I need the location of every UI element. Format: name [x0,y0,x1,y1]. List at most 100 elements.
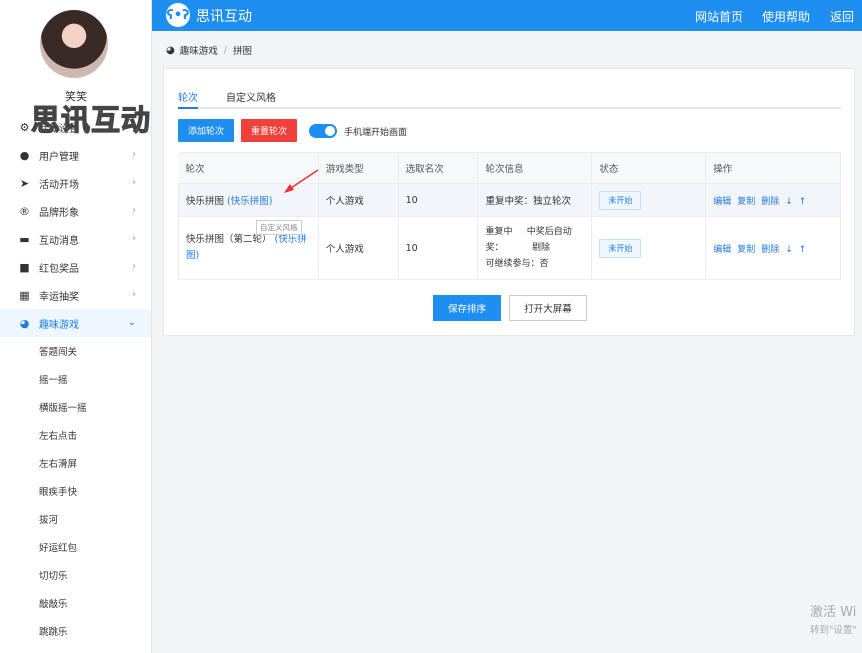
site-home-link[interactable]: 网站首页 [695,8,743,25]
submenu-item[interactable]: 跳跳乐 [0,617,151,645]
bear-logo-icon[interactable]: ʕ•ʔ [166,3,190,27]
sidebar-item-label: 幸运抽奖 [39,291,79,303]
table-row: 快乐拼图 (快乐拼图) 个人游戏 10 重复中奖：独立轮次 未开始 编辑 复制 删除… [178,183,841,217]
sidebar-item-brand[interactable]: ® 品牌形象 › [0,197,151,225]
submenu-item[interactable]: 好运红包 [0,533,151,561]
sidebar-menu: ⚙ 活动设置 ● 用户管理 › ➤ 活动开场 › ® 品牌形象 › ▬ 互动消息 › ■ 红包奖品 ›… [0,113,151,645]
game-icon: ◕ [166,44,175,56]
sidebar-item-label: 品牌形象 [39,207,79,219]
rank-cell: 10 [397,183,479,217]
status-badge: 未开始 [599,238,642,258]
top-bar: ʕ•ʔ 思讯互动 网站首页 使用帮助 返回 [152,0,862,31]
submenu-item[interactable]: 眼疾手快 [0,477,151,505]
move-down-icon[interactable]: ↓ [785,245,793,255]
column-header: 选取名次 [398,152,479,184]
tab-custom-style[interactable]: 自定义风格 [226,89,276,104]
round-link[interactable]: (快乐拼图) [227,196,272,207]
save-order-button[interactable]: 保存排序 [433,295,501,321]
column-header: 游戏类型 [318,152,399,184]
open-big-screen-button[interactable]: 打开大屏幕 [509,295,587,321]
round-name: 快乐拼图（第二轮） [186,234,272,245]
sidebar-item-label: 活动开场 [39,179,79,191]
sidebar-item-lottery[interactable]: ▦ 幸运抽奖 › [0,281,151,309]
tab-rounds[interactable]: 轮次 [178,89,198,104]
round-name: 快乐拼图 [186,196,225,207]
chevron-right-icon: › [132,205,136,216]
chevron-right-icon: › [132,261,136,272]
brand-name: 思讯互动 [196,9,252,25]
chevron-right-icon: › [132,233,136,244]
chevron-right-icon: › [132,177,136,188]
sidebar-item-label: 趣味游戏 [39,319,79,331]
avatar[interactable] [40,10,108,78]
windows-activation-hint: 转到"设置" [810,625,857,636]
breadcrumb-item[interactable]: 趣味游戏 [180,43,218,57]
copy-button[interactable]: 复制 [737,245,755,255]
game-icon: ◕ [19,316,30,330]
sidebar-item-red-packet[interactable]: ■ 红包奖品 › [0,253,151,281]
submenu-item[interactable]: 拔河 [0,505,151,533]
info-line: 重复中 中奖后自动 [485,227,572,237]
column-header: 操作 [705,152,841,184]
active-tab-indicator [178,107,198,109]
add-round-button[interactable]: 添加轮次 [178,119,234,142]
submenu-item[interactable]: 切切乐 [0,561,151,589]
back-link[interactable]: 返回 [830,8,854,25]
move-up-icon[interactable]: ↑ [799,245,807,255]
rounds-table: 轮次 游戏类型 选取名次 轮次信息 状态 操作 快乐拼图 (快乐拼图) 个人游戏… [178,152,841,280]
column-header: 状态 [591,152,707,184]
table-header-row: 轮次 游戏类型 选取名次 轮次信息 状态 操作 [178,152,841,184]
rank-cell: 10 [397,216,479,280]
sidebar-item-label: 用户管理 [39,151,79,163]
tooltip: 自定义风格 [256,220,302,235]
submenu-item[interactable]: 左右滑屏 [0,449,151,477]
help-link[interactable]: 使用帮助 [762,8,810,25]
status-badge: 未开始 [599,190,642,210]
submenu-item[interactable]: 左右点击 [0,421,151,449]
sidebar-item-user-management[interactable]: ● 用户管理 › [0,141,151,169]
move-down-icon[interactable]: ↓ [785,197,793,207]
chevron-right-icon: › [132,289,136,300]
lottery-icon: ▦ [19,288,30,302]
round-info-cell: 重复中 中奖后自动 奖： 剔除 可继续参与：否 [477,216,593,280]
submenu-item[interactable]: 摇一摇 [0,365,151,393]
chevron-right-icon: › [132,149,136,160]
sidebar: 笑笑 ⚙ 活动设置 ● 用户管理 › ➤ 活动开场 › ® 品牌形象 › ▬ 互动消息 › ■ 红包… [0,0,152,653]
info-line: 可继续参与：否 [485,259,549,269]
gift-icon: ■ [19,260,30,274]
breadcrumb: ◕ 趣味游戏 / 拼图 [166,43,252,58]
status-cell: 未开始 [591,183,707,217]
column-header: 轮次信息 [477,152,593,184]
watermark: 思讯互动 [30,102,152,137]
sidebar-item-activity-opening[interactable]: ➤ 活动开场 › [0,169,151,197]
game-type-cell: 个人游戏 [317,216,399,280]
edit-button[interactable]: 编辑 [713,197,731,207]
windows-activation-title: 激活 Wi [810,605,857,620]
edit-button[interactable]: 编辑 [713,245,731,255]
registered-icon: ® [19,204,30,218]
delete-button[interactable]: 删除 [761,197,779,207]
move-up-icon[interactable]: ↑ [799,197,807,207]
breadcrumb-separator: / [223,44,227,56]
sidebar-item-messages[interactable]: ▬ 互动消息 › [0,225,151,253]
game-type-cell: 个人游戏 [317,183,399,217]
sidebar-item-fun-games[interactable]: ◕ 趣味游戏 ⌄ [0,309,151,337]
submenu-item[interactable]: 敲敲乐 [0,589,151,617]
mobile-start-screen-toggle[interactable] [309,124,337,138]
submenu-item[interactable]: 横版摇一摇 [0,393,151,421]
tab-bar: 轮次 自定义风格 [178,85,841,109]
submenu-item[interactable]: 答题闯关 [0,337,151,365]
paper-plane-icon: ➤ [19,176,30,190]
chevron-down-icon: ⌄ [127,317,136,328]
breadcrumb-item: 拼图 [232,46,252,57]
actions-cell: 编辑 复制 删除 ↓ ↑ [705,183,841,217]
sidebar-item-label: 红包奖品 [39,263,79,275]
message-icon: ▬ [19,232,30,246]
user-icon: ● [19,148,30,162]
delete-button[interactable]: 删除 [761,245,779,255]
reset-round-button[interactable]: 重置轮次 [241,119,297,142]
info-line: 奖： 剔除 [485,243,551,253]
gear-icon: ⚙ [19,120,30,134]
status-cell: 未开始 [591,216,707,280]
copy-button[interactable]: 复制 [737,197,755,207]
